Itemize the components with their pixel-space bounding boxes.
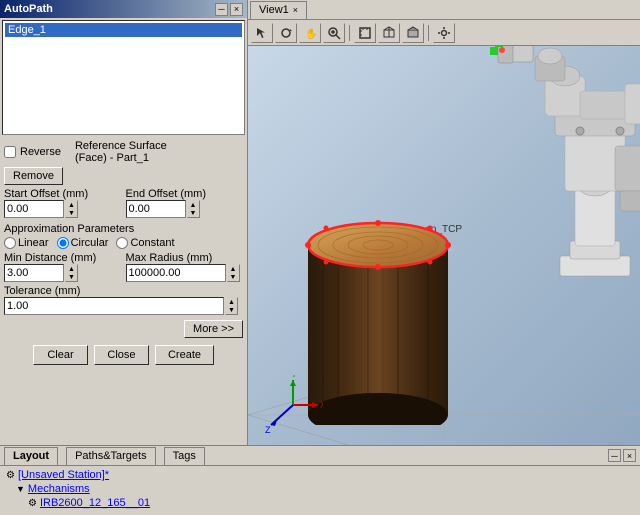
close-button[interactable]: Close [94,345,149,365]
end-offset-input[interactable] [126,200,186,218]
more-button[interactable]: More >> [184,320,243,338]
start-offset-label: Start Offset (mm) [4,188,122,200]
edge-list-item[interactable]: Edge_1 [5,23,242,37]
bottom-panel-close-button[interactable]: × [623,449,636,462]
min-distance-spinner: ▲ ▼ [65,264,78,282]
fit-view-button[interactable] [354,23,376,43]
station-icon: ⚙ [6,470,15,481]
end-offset-spinner: ▲ ▼ [187,200,200,218]
end-offset-up[interactable]: ▲ [188,201,199,209]
view-canvas[interactable]: en_TCP [248,46,640,445]
start-offset-down[interactable]: ▼ [66,209,77,217]
select-tool-button[interactable] [251,23,273,43]
constant-radio[interactable] [116,237,128,249]
autopath-panel: AutoPath ─ × Edge_1 Reverse Reference Su… [0,0,248,445]
station-link[interactable]: [Unsaved Station]* [18,469,109,481]
view-toolbar: ✋ [248,20,640,46]
view1-tab[interactable]: View1 × [250,1,307,19]
svg-text:Z: Z [265,425,271,435]
tolerance-input[interactable] [4,297,224,315]
tolerance-label: Tolerance (mm) [4,285,243,297]
reference-surface-value: (Face) - Part_1 [75,152,167,164]
bottom-panel-pin-button[interactable]: ─ [608,449,621,462]
tolerance-up[interactable]: ▲ [226,298,237,306]
svg-text:Y: Y [291,375,297,379]
reverse-row: Reverse [4,146,61,158]
toolbar-sep-1 [349,25,350,41]
max-radius-up[interactable]: ▲ [228,265,239,273]
rotate-tool-button[interactable] [275,23,297,43]
end-offset-down[interactable]: ▼ [188,209,199,217]
tags-tab-label: Tags [173,450,196,462]
constant-label: Constant [130,237,174,249]
circular-radio[interactable] [57,237,69,249]
station-tree-item[interactable]: ⚙ [Unsaved Station]* [4,468,636,482]
view1-tab-label: View1 [259,4,289,16]
view1-tab-close[interactable]: × [293,5,298,15]
max-radius-down[interactable]: ▼ [228,273,239,281]
robot-icon: ⚙ [28,498,37,509]
circular-label: Circular [71,237,109,249]
toolbar-sep-2 [428,25,429,41]
layout-tab-label: Layout [13,450,49,462]
max-radius-label: Max Radius (mm) [126,252,244,264]
pan-tool-button[interactable]: ✋ [299,23,321,43]
tags-tab[interactable]: Tags [164,447,205,465]
layout-tab[interactable]: Layout [4,447,58,465]
svg-text:X: X [320,400,323,410]
shaded-button[interactable] [402,23,424,43]
wireframe-button[interactable] [378,23,400,43]
axes-indicator: X Y Z [263,375,323,435]
autopath-titlebar: AutoPath ─ × [0,0,247,18]
approx-radio-row: Linear Circular Constant [4,237,243,249]
bottom-panel: Layout Paths&Targets Tags ─ × ⚙ [Unsaved… [0,445,640,515]
start-offset-spinner: ▲ ▼ [65,200,78,218]
robot-link[interactable]: IRB2600_12_165__01 [40,497,150,509]
tolerance-spinner: ▲ ▼ [225,297,238,315]
view-titlebar: View1 × [248,0,640,20]
view-panel: View1 × ✋ [248,0,640,445]
max-radius-spinner: ▲ ▼ [227,264,240,282]
bottom-panel-titlebar: Layout Paths&Targets Tags ─ × [0,446,640,466]
close-panel-button[interactable]: × [230,3,243,16]
max-radius-input[interactable] [126,264,226,282]
start-offset-up[interactable]: ▲ [66,201,77,209]
edge-list[interactable]: Edge_1 [2,20,245,135]
svg-text:✋: ✋ [305,27,317,40]
min-distance-input[interactable] [4,264,64,282]
mechanisms-expand-icon[interactable]: ▼ [16,484,25,494]
mechanisms-link[interactable]: Mechanisms [28,483,90,495]
min-distance-up[interactable]: ▲ [66,265,77,273]
paths-targets-tab-label: Paths&Targets [75,450,147,462]
min-distance-down[interactable]: ▼ [66,273,77,281]
settings-button[interactable] [433,23,455,43]
bottom-content: ⚙ [Unsaved Station]* ▼ Mechanisms ⚙ IRB2… [0,466,640,515]
autopath-title: AutoPath [4,3,53,15]
tolerance-down[interactable]: ▼ [226,306,237,314]
min-distance-label: Min Distance (mm) [4,252,122,264]
pin-button[interactable]: ─ [215,3,228,16]
mechanisms-tree-item[interactable]: ▼ Mechanisms [4,482,636,496]
linear-radio[interactable] [4,237,16,249]
zoom-tool-button[interactable] [323,23,345,43]
robot-tree-item[interactable]: ⚙ IRB2600_12_165__01 [4,496,636,510]
approx-params-label: Approximation Parameters [4,223,243,235]
clear-button[interactable]: Clear [33,345,88,365]
reference-surface-label: Reference Surface [75,140,167,152]
paths-targets-tab[interactable]: Paths&Targets [66,447,156,465]
reverse-checkbox[interactable] [4,146,16,158]
linear-label: Linear [18,237,49,249]
remove-button[interactable]: Remove [4,167,63,185]
create-button[interactable]: Create [155,345,214,365]
start-offset-input[interactable] [4,200,64,218]
reverse-label: Reverse [20,146,61,158]
end-offset-label: End Offset (mm) [126,188,244,200]
